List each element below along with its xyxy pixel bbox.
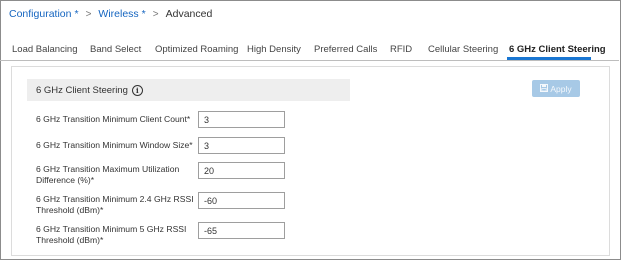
info-icon[interactable]: i	[131, 84, 143, 96]
min-window-size-input[interactable]	[198, 137, 285, 154]
breadcrumb-configuration-link[interactable]: Configuration	[9, 8, 71, 20]
field-label-min-client-count: 6 GHz Transition Minimum Client Count*	[36, 114, 191, 124]
tab-6ghz-client-steering[interactable]: 6 GHz Client Steering	[509, 44, 606, 55]
breadcrumb-modified-marker: *	[74, 8, 79, 20]
breadcrumb-separator: >	[152, 8, 159, 20]
field-label-min-window-size: 6 GHz Transition Minimum Window Size*	[36, 140, 193, 150]
section-header: 6 GHz Client Steering i	[27, 79, 350, 101]
min-5ghz-rssi-threshold-input[interactable]	[198, 222, 285, 239]
tab-band-select[interactable]: Band Select	[90, 44, 141, 55]
tab-high-density[interactable]: High Density	[247, 44, 301, 55]
active-tab-indicator	[507, 57, 591, 60]
max-utilization-difference-input[interactable]	[198, 162, 285, 179]
field-label-max-utilization-difference: 6 GHz Transition Maximum Utilization Diff…	[36, 164, 180, 185]
tab-rfid[interactable]: RFID	[390, 44, 412, 55]
apply-button[interactable]: Apply	[532, 80, 580, 97]
tab-cellular-steering[interactable]: Cellular Steering	[428, 44, 498, 55]
breadcrumb-current: Advanced	[165, 8, 213, 20]
save-icon	[540, 83, 549, 94]
section-title: 6 GHz Client Steering	[36, 84, 128, 96]
breadcrumb-wireless-link[interactable]: Wireless	[98, 8, 138, 20]
tab-preferred-calls[interactable]: Preferred Calls	[314, 44, 377, 55]
tab-bar: Load Balancing Band Select Optimized Roa…	[0, 38, 619, 61]
tab-load-balancing[interactable]: Load Balancing	[12, 44, 78, 55]
field-label-min-24ghz-rssi-threshold: 6 GHz Transition Minimum 2.4 GHz RSSI Thr…	[36, 194, 194, 215]
min-client-count-input[interactable]	[198, 111, 285, 128]
min-24ghz-rssi-threshold-input[interactable]	[198, 192, 285, 209]
breadcrumb: Configuration * > Wireless * > Advanced	[9, 7, 212, 21]
field-label-min-5ghz-rssi-threshold: 6 GHz Transition Minimum 5 GHz RSSI Thres…	[36, 224, 187, 245]
tab-optimized-roaming[interactable]: Optimized Roaming	[155, 44, 238, 55]
breadcrumb-modified-marker: *	[141, 8, 146, 20]
breadcrumb-separator: >	[85, 8, 92, 20]
apply-button-label: Apply	[550, 83, 572, 94]
